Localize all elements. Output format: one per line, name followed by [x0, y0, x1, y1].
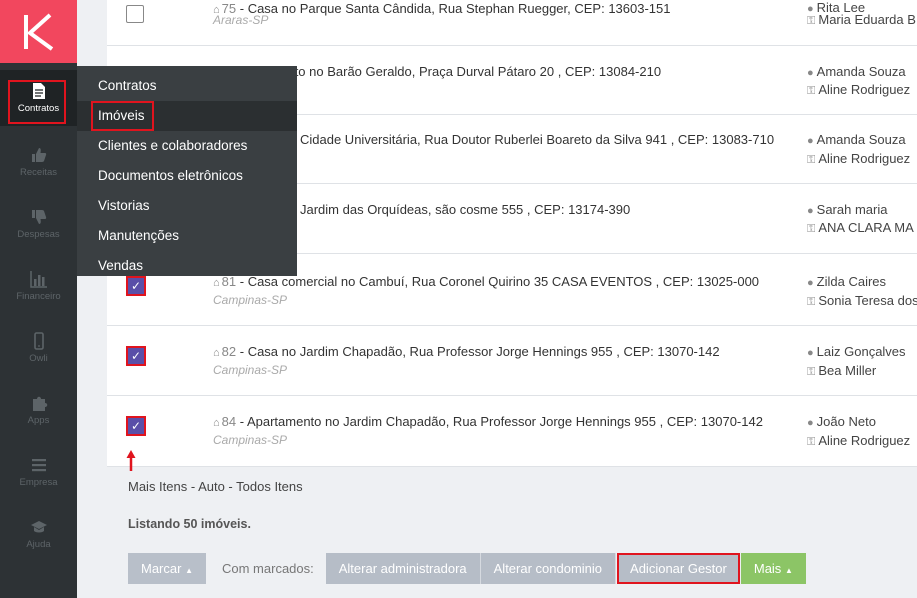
thumbs-up-icon — [31, 148, 46, 162]
sidebar-item-label: Receitas — [20, 167, 57, 178]
caret-up-icon: ▲ — [185, 566, 193, 575]
property-city: Campinas-SP — [213, 363, 288, 377]
puzzle-icon — [32, 396, 47, 411]
check-icon: ✓ — [130, 279, 142, 293]
thumbs-down-icon — [31, 210, 46, 224]
marcar-dropdown[interactable]: Marcar ▲ — [128, 553, 206, 584]
manager-name[interactable]: Sonia Teresa dos — [818, 293, 917, 308]
with-marked-label: Com marcados: — [222, 561, 314, 576]
sidebar-item-empresa[interactable]: Empresa — [0, 444, 77, 500]
property-link[interactable]: Jardim das Orquídeas, são cosme 555 , CE… — [300, 202, 630, 217]
row-checkbox[interactable]: ✓ — [126, 416, 146, 436]
property-city: Araras-SP — [213, 13, 269, 27]
key-icon: ⚿ — [807, 223, 816, 235]
manager-name[interactable]: ANA CLARA MA — [818, 220, 913, 235]
caret-up-icon: ▲ — [784, 566, 793, 575]
menu-item-vendas[interactable]: Vendas — [77, 251, 297, 281]
property-city: Campinas-SP — [213, 293, 288, 307]
sidebar-item-despesas[interactable]: Despesas — [0, 196, 77, 252]
sidebar-item-ajuda[interactable]: Ajuda — [0, 506, 77, 562]
listing-count: Listando 50 imóveis. — [128, 517, 251, 531]
pagination-links[interactable]: Mais Itens - Auto - Todos Itens — [128, 479, 303, 494]
alterar-condominio-button[interactable]: Alterar condominio — [480, 553, 617, 584]
key-icon: ⚿ — [807, 436, 816, 448]
contracts-flyout-menu: Contratos Imóveis Clientes e colaborador… — [77, 66, 297, 276]
adicionar-gestor-button[interactable]: Adicionar Gestor — [617, 553, 740, 584]
manager-name[interactable]: Aline Rodriguez — [818, 82, 910, 97]
sidebar-item-label: Empresa — [19, 477, 58, 488]
owner-name[interactable]: Amanda Souza — [817, 64, 906, 79]
home-icon: ⌂ — [213, 417, 220, 429]
sidebar-item-financeiro[interactable]: Financeiro — [0, 258, 77, 314]
check-icon: ✓ — [130, 349, 142, 363]
property-link[interactable]: Apartamento no Jardim Chapadão, Rua Prof… — [247, 414, 763, 429]
mais-dropdown[interactable]: Mais ▲ — [740, 553, 806, 584]
owner-name[interactable]: Amanda Souza — [817, 132, 906, 147]
graduation-cap-icon — [30, 521, 47, 533]
menu-item-manutencoes[interactable]: Manutenções — [77, 221, 297, 251]
key-icon: ⚿ — [807, 85, 816, 97]
property-link[interactable]: nento no Barão Geraldo, Praça Durval Pát… — [273, 64, 661, 79]
user-icon: ● — [807, 67, 814, 79]
property-city: Campinas-SP — [213, 433, 288, 447]
sidebar-item-label: Financeiro — [16, 291, 61, 302]
k-logo-icon — [23, 13, 53, 51]
property-link[interactable]: Casa no Parque Santa Cândida, Rua Stepha… — [248, 1, 671, 16]
menu-item-clientes[interactable]: Clientes e colaboradores — [77, 131, 297, 161]
table-row[interactable]: ⌂ 75 - Casa no Parque Santa Cândida, Rua … — [107, 0, 917, 46]
sidebar-item-label: Owli — [29, 353, 48, 364]
row-checkbox[interactable] — [126, 5, 144, 23]
owner-name[interactable]: Zilda Caires — [817, 274, 886, 289]
app-logo[interactable] — [0, 0, 77, 63]
mobile-icon — [33, 332, 44, 350]
menu-item-documentos[interactable]: Documentos eletrônicos — [77, 161, 297, 191]
property-link[interactable]: Cidade Universitária, Rua Doutor Ruberle… — [300, 132, 774, 147]
menu-item-imoveis[interactable]: Imóveis — [77, 101, 297, 131]
manager-name[interactable]: Aline Rodriguez — [818, 151, 910, 166]
table-row[interactable]: ✓ ⌂ 84 - Apartamento no Jardim Chapadão, … — [107, 396, 917, 467]
sidebar-item-label: Despesas — [17, 229, 60, 240]
sidebar-item-label: Ajuda — [26, 539, 51, 550]
manager-name[interactable]: Bea Miller — [818, 363, 876, 378]
key-icon: ⚿ — [807, 154, 816, 166]
menu-icon — [31, 459, 46, 472]
arrow-up-icon — [126, 450, 136, 471]
manager-name[interactable]: Maria Eduarda B — [818, 12, 916, 27]
alterar-administradora-button[interactable]: Alterar administradora — [325, 553, 481, 584]
manager-name[interactable]: Aline Rodriguez — [818, 433, 910, 448]
bulk-actions-bar: Marcar ▲ Com marcados: Alterar administr… — [128, 553, 806, 584]
sidebar-item-apps[interactable]: Apps — [0, 382, 77, 438]
property-link[interactable]: Casa comercial no Cambuí, Rua Coronel Qu… — [248, 274, 759, 289]
sidebar-item-receitas[interactable]: Receitas — [0, 134, 77, 190]
sidebar-item-contratos[interactable]: Contratos — [0, 70, 77, 126]
check-icon: ✓ — [130, 419, 142, 433]
user-icon: ● — [807, 347, 814, 359]
sidebar: Contratos Receitas Despesas Financeiro O… — [0, 0, 77, 598]
sidebar-item-owli[interactable]: Owli — [0, 320, 77, 376]
bar-chart-icon — [29, 271, 47, 288]
key-icon: ⚿ — [807, 15, 816, 27]
table-row[interactable]: ✓ ⌂ 82 - Casa no Jardim Chapadão, Rua Pro… — [107, 326, 917, 396]
user-icon: ● — [807, 277, 814, 289]
user-icon: ● — [807, 417, 814, 429]
property-link[interactable]: Casa no Jardim Chapadão, Rua Professor J… — [248, 344, 720, 359]
menu-item-vistorias[interactable]: Vistorias — [77, 191, 297, 221]
user-icon: ● — [807, 135, 814, 147]
owner-name[interactable]: Laiz Gonçalves — [817, 344, 906, 359]
owner-name[interactable]: Sarah maria — [817, 202, 888, 217]
menu-item-contratos[interactable]: Contratos — [77, 71, 297, 101]
sidebar-item-label: Apps — [27, 415, 50, 426]
key-icon: ⚿ — [807, 296, 816, 308]
user-icon: ● — [807, 205, 814, 217]
owner-name[interactable]: João Neto — [817, 414, 876, 429]
key-icon: ⚿ — [807, 366, 816, 378]
home-icon: ⌂ — [213, 347, 220, 359]
row-checkbox[interactable]: ✓ — [126, 346, 146, 366]
